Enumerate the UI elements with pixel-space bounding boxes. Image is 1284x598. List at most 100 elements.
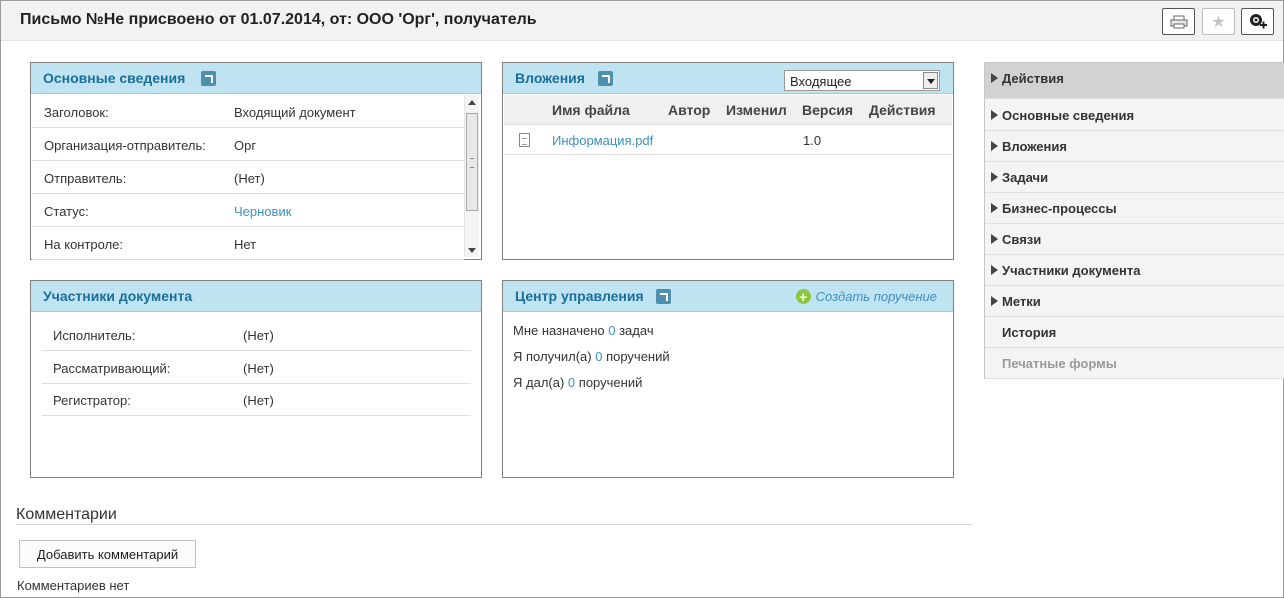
given-count[interactable]: 0 bbox=[568, 375, 575, 390]
sidebar-item-participants[interactable]: Участники документа bbox=[985, 255, 1284, 286]
document-header: Письмо №Не присвоено от 01.07.2014, от: … bbox=[1, 1, 1283, 41]
sidebar-item-history[interactable]: История bbox=[985, 317, 1284, 348]
pin-icon[interactable] bbox=[598, 71, 613, 86]
info-label: Заголовок: bbox=[44, 105, 109, 120]
info-row: Организация-отправитель: Орг bbox=[32, 128, 464, 161]
no-comments-text: Комментариев нет bbox=[17, 578, 130, 593]
info-scrollbar[interactable] bbox=[464, 95, 479, 257]
triangle-right-icon bbox=[991, 110, 998, 120]
sidebar-item-print-forms: Печатные формы bbox=[985, 348, 1284, 379]
column-header[interactable]: Имя файла bbox=[552, 102, 630, 118]
file-link[interactable]: Информация.pdf bbox=[552, 133, 653, 148]
pin-icon[interactable] bbox=[201, 71, 216, 86]
triangle-right-icon bbox=[991, 141, 998, 151]
info-value: (Нет) bbox=[234, 171, 265, 186]
participant-row: Исполнитель: (Нет) bbox=[42, 318, 471, 351]
info-label: Отправитель: bbox=[44, 171, 127, 186]
info-row: Заголовок: Входящий документ bbox=[32, 95, 464, 128]
info-row: На контроле: Нет bbox=[32, 227, 464, 260]
file-icon bbox=[519, 133, 530, 147]
info-row: Статус: Черновик bbox=[32, 194, 464, 227]
sidebar-item-label: Печатные формы bbox=[1002, 356, 1117, 371]
scroll-up-icon[interactable] bbox=[468, 100, 476, 105]
table-row: Информация.pdf 1.0 bbox=[504, 125, 952, 155]
sidebar-item-label: Метки bbox=[1002, 294, 1041, 309]
scroll-thumb[interactable] bbox=[466, 113, 478, 211]
column-header[interactable]: Автор bbox=[668, 102, 710, 118]
right-sidebar: Действия Основные сведения Вложения Зада… bbox=[984, 62, 1284, 379]
pin-icon[interactable] bbox=[656, 289, 671, 304]
attachments-table-header: Имя файла Автор Изменил Версия Действия bbox=[504, 95, 952, 125]
comments-title: Комментарии bbox=[16, 506, 117, 523]
main-info-title: Основные сведения bbox=[43, 70, 186, 86]
sidebar-item-tasks[interactable]: Задачи bbox=[985, 162, 1284, 193]
control-center-panel: Центр управления + Создать поручение Мне… bbox=[502, 280, 954, 478]
control-line-suffix: поручений bbox=[606, 349, 670, 364]
add-comment-button[interactable]: Добавить комментарий bbox=[19, 540, 196, 568]
print-button[interactable] bbox=[1162, 8, 1195, 35]
participant-value: (Нет) bbox=[243, 393, 274, 408]
sidebar-item-label: Основные сведения bbox=[1002, 108, 1135, 123]
page-title: Письмо №Не присвоено от 01.07.2014, от: … bbox=[20, 11, 537, 28]
triangle-right-icon bbox=[991, 172, 998, 182]
chevron-down-icon[interactable] bbox=[923, 72, 938, 89]
control-line-tasks: Мне назначено 0 задач bbox=[513, 323, 654, 338]
attachment-type-select[interactable]: Входящее bbox=[784, 70, 940, 91]
sidebar-item-label: Участники документа bbox=[1002, 263, 1141, 278]
control-line-suffix: задач bbox=[619, 323, 654, 338]
column-header[interactable]: Изменил bbox=[726, 102, 787, 118]
sidebar-item-main-info[interactable]: Основные сведения bbox=[985, 100, 1284, 131]
star-icon: ★ bbox=[1211, 13, 1226, 31]
sidebar-item-label: Бизнес-процессы bbox=[1002, 201, 1117, 216]
sidebar-item-business-processes[interactable]: Бизнес-процессы bbox=[985, 193, 1284, 224]
participant-row: Рассматривающий: (Нет) bbox=[42, 351, 471, 384]
control-line-prefix: Я получил(а) bbox=[513, 349, 592, 364]
participant-label: Исполнитель: bbox=[53, 328, 136, 343]
received-count[interactable]: 0 bbox=[595, 349, 602, 364]
sidebar-item-label: Связи bbox=[1002, 232, 1042, 247]
control-line-received: Я получил(а) 0 поручений bbox=[513, 349, 670, 364]
main-info-panel: Основные сведения Заголовок: Входящий до… bbox=[30, 62, 482, 260]
info-value: Нет bbox=[234, 237, 257, 252]
triangle-right-icon bbox=[991, 203, 998, 213]
plus-icon: + bbox=[795, 289, 811, 304]
sidebar-item-label: История bbox=[1002, 325, 1057, 340]
participants-title: Участники документа bbox=[43, 288, 193, 304]
info-label: На контроле: bbox=[44, 237, 124, 252]
participants-panel: Участники документа Исполнитель: (Нет) Р… bbox=[30, 280, 482, 478]
participants-header: Участники документа bbox=[31, 281, 481, 312]
control-center-title: Центр управления bbox=[515, 288, 644, 304]
subscribe-button[interactable] bbox=[1241, 8, 1274, 35]
file-version: 1.0 bbox=[803, 133, 822, 148]
triangle-right-icon bbox=[991, 73, 998, 83]
scroll-down-icon[interactable] bbox=[468, 248, 476, 253]
printer-icon bbox=[1170, 15, 1187, 28]
info-label: Организация-отправитель: bbox=[44, 138, 206, 153]
sidebar-item-attachments[interactable]: Вложения bbox=[985, 131, 1284, 162]
sidebar-item-actions[interactable]: Действия bbox=[985, 63, 1284, 99]
status-link[interactable]: Черновик bbox=[234, 204, 291, 219]
favorite-button[interactable]: ★ bbox=[1202, 8, 1235, 35]
sidebar-item-links[interactable]: Связи bbox=[985, 224, 1284, 255]
info-value: Входящий документ bbox=[234, 105, 356, 120]
select-value: Входящее bbox=[790, 74, 852, 89]
attachments-panel: Вложения Входящее Имя файла Автор Измени… bbox=[502, 62, 954, 260]
triangle-right-icon bbox=[991, 234, 998, 244]
info-value: Орг bbox=[234, 138, 257, 153]
watch-plus-icon bbox=[1249, 13, 1267, 28]
info-label: Статус: bbox=[44, 204, 89, 219]
create-assignment-label: Создать поручение bbox=[815, 289, 937, 304]
triangle-right-icon bbox=[991, 296, 998, 306]
comments-divider bbox=[16, 524, 973, 525]
assigned-tasks-count[interactable]: 0 bbox=[608, 323, 615, 338]
sidebar-item-label: Вложения bbox=[1002, 139, 1067, 154]
column-header[interactable]: Версия bbox=[802, 102, 853, 118]
sidebar-item-tags[interactable]: Метки bbox=[985, 286, 1284, 317]
participant-label: Регистратор: bbox=[53, 393, 131, 408]
create-assignment-link[interactable]: + Создать поручение bbox=[795, 289, 937, 304]
participant-row: Регистратор: (Нет) bbox=[42, 383, 471, 416]
participant-value: (Нет) bbox=[243, 361, 274, 376]
control-line-suffix: поручений bbox=[578, 375, 643, 390]
column-header[interactable]: Действия bbox=[869, 102, 936, 118]
sidebar-item-label: Действия bbox=[1002, 71, 1064, 86]
